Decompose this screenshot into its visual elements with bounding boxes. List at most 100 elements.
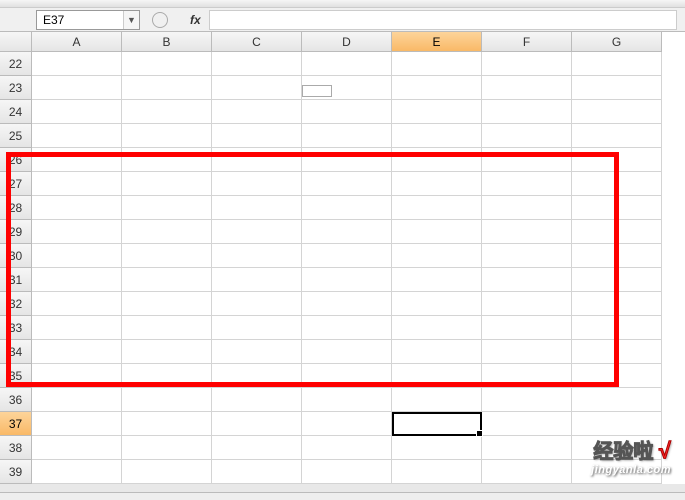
cell[interactable] xyxy=(212,124,302,148)
cell[interactable] xyxy=(302,148,392,172)
row-header[interactable]: 30 xyxy=(0,244,32,268)
cell[interactable] xyxy=(572,292,662,316)
row-header[interactable]: 23 xyxy=(0,76,32,100)
cell[interactable] xyxy=(482,460,572,484)
cell[interactable] xyxy=(302,436,392,460)
cell[interactable] xyxy=(122,364,212,388)
cell[interactable] xyxy=(392,436,482,460)
cell[interactable] xyxy=(212,364,302,388)
cell[interactable] xyxy=(212,172,302,196)
cell[interactable] xyxy=(482,268,572,292)
cell[interactable] xyxy=(572,340,662,364)
cell[interactable] xyxy=(32,436,122,460)
cell[interactable] xyxy=(392,76,482,100)
cell[interactable] xyxy=(482,52,572,76)
column-header-g[interactable]: G xyxy=(572,32,662,52)
row-header[interactable]: 36 xyxy=(0,388,32,412)
cell[interactable] xyxy=(482,388,572,412)
row-header[interactable]: 25 xyxy=(0,124,32,148)
row-header[interactable]: 38 xyxy=(0,436,32,460)
row-header[interactable]: 34 xyxy=(0,340,32,364)
cell[interactable] xyxy=(302,196,392,220)
cell[interactable] xyxy=(482,100,572,124)
cell[interactable] xyxy=(212,340,302,364)
cell[interactable] xyxy=(212,76,302,100)
cell[interactable] xyxy=(302,388,392,412)
cell[interactable] xyxy=(572,412,662,436)
cell[interactable] xyxy=(572,124,662,148)
row-header[interactable]: 31 xyxy=(0,268,32,292)
cell[interactable] xyxy=(392,268,482,292)
cell[interactable] xyxy=(572,364,662,388)
column-header-f[interactable]: F xyxy=(482,32,572,52)
cell[interactable] xyxy=(32,100,122,124)
cell[interactable] xyxy=(482,244,572,268)
cell[interactable] xyxy=(122,76,212,100)
sheet-tab-area[interactable] xyxy=(0,492,685,500)
cell[interactable] xyxy=(32,316,122,340)
column-header-a[interactable]: A xyxy=(32,32,122,52)
row-header[interactable]: 27 xyxy=(0,172,32,196)
cell[interactable] xyxy=(122,220,212,244)
chevron-down-icon[interactable]: ▼ xyxy=(123,11,139,29)
cell[interactable] xyxy=(32,220,122,244)
cell[interactable] xyxy=(572,268,662,292)
column-header-b[interactable]: B xyxy=(122,32,212,52)
column-header-e[interactable]: E xyxy=(392,32,482,52)
cell[interactable] xyxy=(212,436,302,460)
cell[interactable] xyxy=(392,388,482,412)
cell[interactable] xyxy=(572,52,662,76)
cell[interactable] xyxy=(392,412,482,436)
row-header[interactable]: 37 xyxy=(0,412,32,436)
cell[interactable] xyxy=(572,196,662,220)
row-header[interactable]: 29 xyxy=(0,220,32,244)
cell[interactable] xyxy=(122,268,212,292)
row-header[interactable]: 39 xyxy=(0,460,32,484)
cell[interactable] xyxy=(392,124,482,148)
cell[interactable] xyxy=(302,100,392,124)
cell[interactable] xyxy=(32,292,122,316)
cell[interactable] xyxy=(572,436,662,460)
cell[interactable] xyxy=(302,172,392,196)
cell[interactable] xyxy=(302,268,392,292)
cell[interactable] xyxy=(392,100,482,124)
row-header[interactable]: 33 xyxy=(0,316,32,340)
cell[interactable] xyxy=(122,172,212,196)
cell[interactable] xyxy=(482,436,572,460)
cell[interactable] xyxy=(482,316,572,340)
cell[interactable] xyxy=(482,76,572,100)
cell[interactable] xyxy=(482,412,572,436)
cell[interactable] xyxy=(212,292,302,316)
cell[interactable] xyxy=(212,412,302,436)
cell[interactable] xyxy=(122,316,212,340)
cell[interactable] xyxy=(122,148,212,172)
cell[interactable] xyxy=(212,460,302,484)
name-box[interactable]: E37 ▼ xyxy=(36,10,140,30)
cell[interactable] xyxy=(392,364,482,388)
cell[interactable] xyxy=(482,364,572,388)
cell[interactable] xyxy=(122,340,212,364)
cell[interactable] xyxy=(212,52,302,76)
cell[interactable] xyxy=(122,436,212,460)
cell[interactable] xyxy=(32,412,122,436)
cell[interactable] xyxy=(122,100,212,124)
cell[interactable] xyxy=(392,196,482,220)
row-header[interactable]: 26 xyxy=(0,148,32,172)
fx-label[interactable]: fx xyxy=(190,13,201,27)
cell[interactable] xyxy=(302,340,392,364)
cell[interactable] xyxy=(302,124,392,148)
cell[interactable] xyxy=(482,220,572,244)
cell[interactable] xyxy=(32,124,122,148)
cell[interactable] xyxy=(482,340,572,364)
formula-input[interactable] xyxy=(209,10,677,30)
cell[interactable] xyxy=(392,172,482,196)
cell[interactable] xyxy=(392,244,482,268)
cell[interactable] xyxy=(572,172,662,196)
cell[interactable] xyxy=(122,388,212,412)
cell[interactable] xyxy=(122,124,212,148)
cell[interactable] xyxy=(32,364,122,388)
cell[interactable] xyxy=(392,148,482,172)
row-header[interactable]: 28 xyxy=(0,196,32,220)
cell[interactable] xyxy=(392,316,482,340)
cell[interactable] xyxy=(392,460,482,484)
